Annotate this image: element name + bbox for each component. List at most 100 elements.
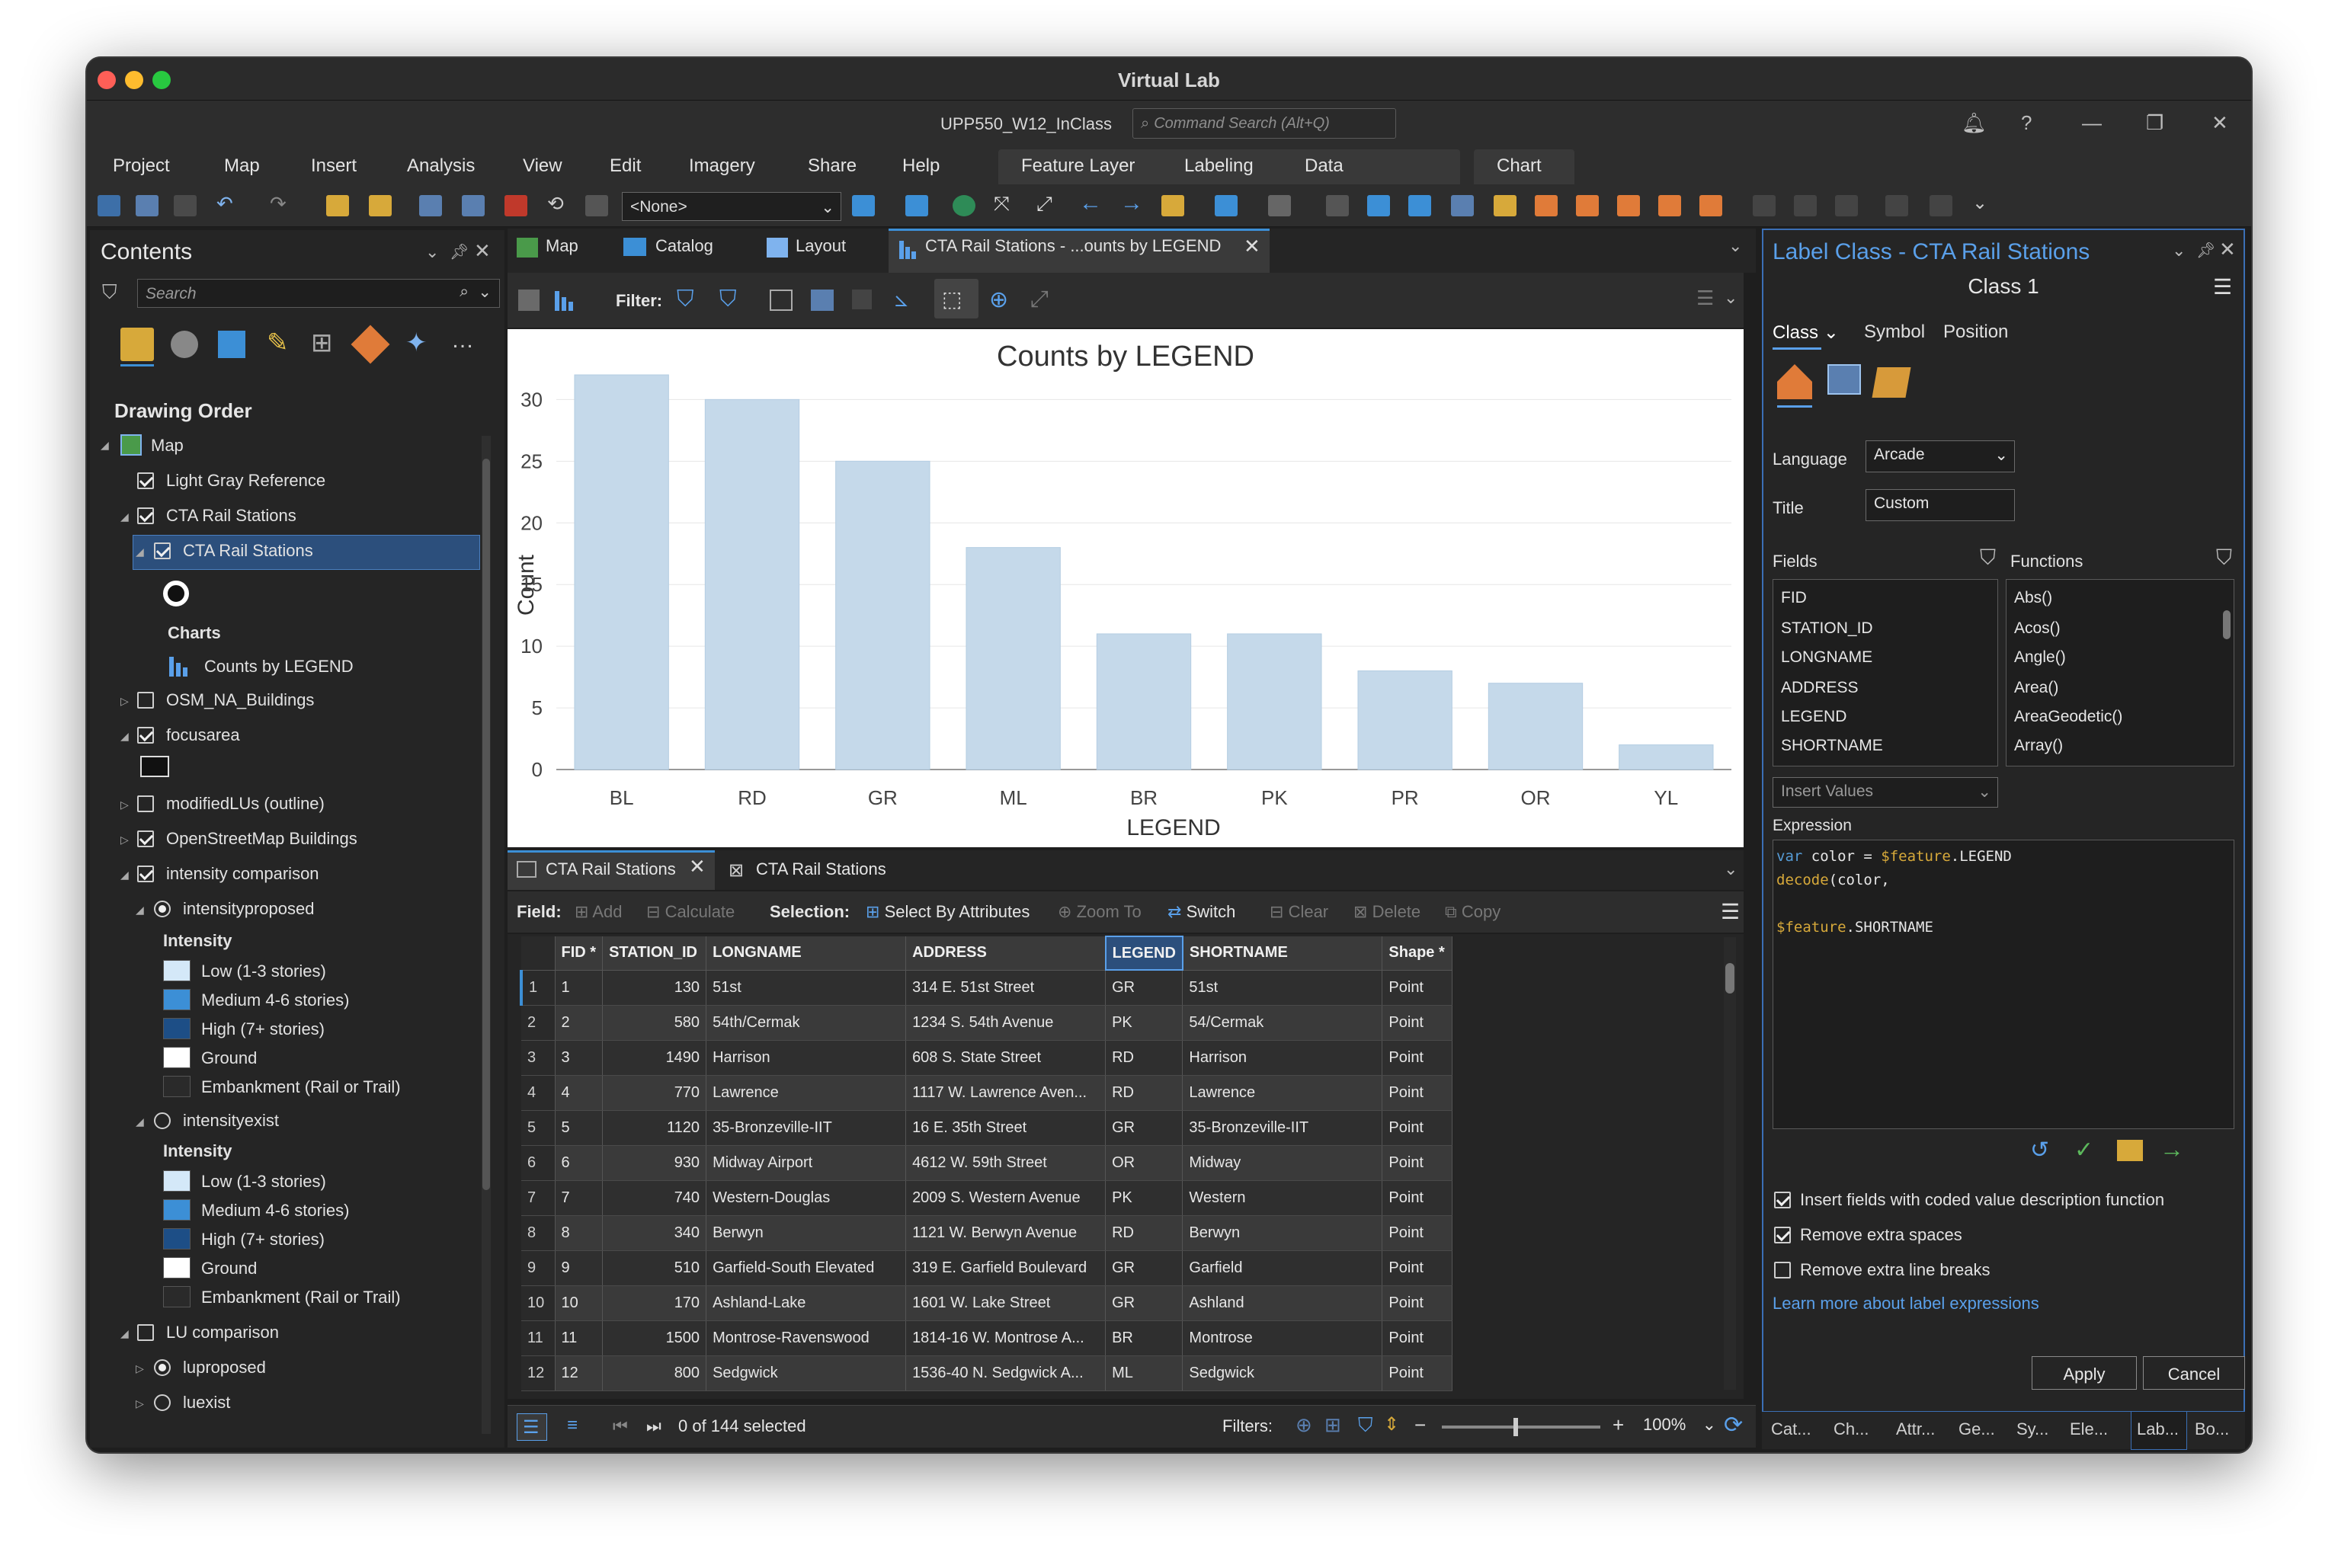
bar-YL[interactable] [1619, 744, 1714, 770]
cell-station-id[interactable]: 930 [602, 1145, 707, 1181]
cell-longname[interactable]: Sedgwick [706, 1355, 907, 1391]
table-row[interactable]: 7 7 740 Western-Douglas 2009 S. Western Aven… [521, 1180, 1453, 1216]
cell-address[interactable]: 2009 S. Western Avenue [905, 1180, 1107, 1216]
collapse-triangle-icon[interactable]: ▷ [120, 695, 129, 708]
table-row[interactable]: 4 4 770 Lawrence 1117 W. Lawrence Aven... RD L… [521, 1075, 1453, 1111]
cell-legend[interactable]: ML [1105, 1355, 1183, 1391]
toc-osm-buildings[interactable]: OSM_NA_Buildings [166, 690, 314, 710]
cell-station-id[interactable]: 770 [602, 1075, 707, 1111]
cell-longname[interactable]: Western-Douglas [706, 1180, 907, 1216]
table-row[interactable]: 12 12 800 Sedgwick 1536-40 N. Sedgwick A... M… [521, 1355, 1453, 1391]
row-number[interactable]: 11 [521, 1320, 556, 1356]
cell-longname[interactable]: 51st [706, 970, 907, 1006]
zoom-combo[interactable]: 100% ⌄ [1643, 1415, 1716, 1441]
collapse-triangle-icon[interactable]: ▷ [136, 1362, 144, 1375]
cell-fid[interactable]: 11 [555, 1320, 604, 1356]
cell-shape[interactable]: Point [1382, 1075, 1453, 1111]
pane-tab-geoprocessing[interactable]: Ge... [1958, 1419, 1995, 1439]
cell-longname[interactable]: Montrose-Ravenswood [706, 1320, 907, 1356]
cell-longname[interactable]: Berwyn [706, 1215, 907, 1251]
edit-icon[interactable] [1494, 195, 1516, 216]
label-icon-4[interactable] [1658, 195, 1681, 216]
close-pane-icon[interactable]: ✕ [474, 239, 491, 263]
label-icon-2[interactable] [1576, 195, 1599, 216]
cell-fid[interactable]: 1 [555, 970, 604, 1006]
bar-ML[interactable] [966, 547, 1061, 770]
field-item[interactable]: ADDRESS [1781, 679, 1859, 697]
language-dropdown[interactable]: Arcade ⌄ [1866, 440, 2015, 472]
zoom-in-icon[interactable]: ⊕ [989, 286, 1008, 313]
close-tab-icon[interactable]: ✕ [1244, 235, 1260, 258]
select-all-corner[interactable] [521, 936, 556, 971]
bar-GR[interactable] [835, 460, 930, 770]
cell-shortname[interactable]: Sedgwick [1182, 1355, 1383, 1391]
tab-catalog[interactable]: Catalog [655, 236, 713, 256]
pane-tab-symbology[interactable]: Sy... [2016, 1419, 2048, 1439]
redo-icon[interactable]: ↷ [270, 192, 293, 215]
cell-legend[interactable]: PK [1105, 1180, 1183, 1216]
cell-shortname[interactable]: Midway [1182, 1145, 1383, 1181]
expand-triangle-icon[interactable]: ◢ [120, 730, 129, 743]
row-number[interactable]: 4 [521, 1075, 556, 1111]
swatch-high-1[interactable] [163, 1018, 191, 1039]
tab-class[interactable]: Class ⌄ [1773, 322, 1839, 344]
function-item[interactable]: AreaGeodetic() [2014, 708, 2122, 726]
explore-icon[interactable] [1268, 195, 1291, 216]
table-row[interactable]: 8 8 340 Berwyn 1121 W. Berwyn Avenue RD Berwyn… [521, 1215, 1453, 1251]
cell-shortname[interactable]: Harrison [1182, 1040, 1383, 1076]
cell-fid[interactable]: 7 [555, 1180, 604, 1216]
new-project-icon[interactable] [98, 195, 120, 216]
expand-triangle-icon[interactable]: ◢ [120, 510, 129, 523]
cell-legend[interactable]: OR [1105, 1145, 1183, 1181]
menu-project[interactable]: Project [113, 155, 170, 177]
intensityexist-radio[interactable] [154, 1112, 171, 1129]
col-legend[interactable]: LEGEND [1104, 936, 1183, 971]
pane-tab-element[interactable]: Ele... [2070, 1419, 2108, 1439]
measure-icon[interactable] [1161, 195, 1184, 216]
help-icon[interactable]: ? [2021, 111, 2032, 135]
pin-icon[interactable]: 📌︎ [450, 242, 469, 261]
cell-longname[interactable]: 35-Bronzeville-IIT [706, 1110, 907, 1146]
table-row[interactable]: 2 2 580 54th/Cermak 1234 S. 54th Avenue PK 54/… [521, 1005, 1453, 1041]
expand-triangle-icon[interactable]: ◢ [136, 1115, 144, 1128]
cell-shape[interactable]: Point [1382, 1180, 1453, 1216]
col-fid[interactable]: FID * [555, 936, 604, 971]
cancel-button[interactable]: Cancel [2143, 1356, 2245, 1390]
pane-tab-catalog[interactable]: Cat... [1771, 1419, 1811, 1439]
undo-icon[interactable]: ↶ [216, 192, 239, 215]
field-item[interactable]: SHORTNAME [1781, 737, 1883, 755]
cell-shape[interactable]: Point [1382, 1355, 1453, 1391]
label-icon-3[interactable] [1617, 195, 1640, 216]
table-row[interactable]: 3 3 1490 Harrison 608 S. State Street RD Harri… [521, 1040, 1453, 1076]
cell-shortname[interactable]: Lawrence [1182, 1075, 1383, 1111]
cell-legend[interactable]: GR [1105, 1110, 1183, 1146]
grid-icon[interactable] [852, 195, 875, 216]
title-input[interactable]: Custom [1866, 489, 2015, 521]
cell-shape[interactable]: Point [1382, 970, 1453, 1006]
cell-shortname[interactable]: Ashland [1182, 1285, 1383, 1321]
cta-layer-checkbox[interactable] [154, 542, 171, 559]
swatch-low-2[interactable] [163, 1170, 191, 1192]
first-record-icon[interactable]: ⏮ [613, 1416, 628, 1436]
focusarea-symbol[interactable] [140, 756, 169, 777]
cell-longname[interactable]: Harrison [706, 1040, 907, 1076]
table-row[interactable]: 5 5 1120 35-Bronzeville-IIT 16 E. 35th Stree… [521, 1110, 1453, 1146]
notifications-bell-icon[interactable]: 🔔︎ [1962, 111, 1987, 135]
list-by-drawing-order-icon[interactable] [120, 328, 154, 361]
row-number[interactable]: 3 [521, 1040, 556, 1076]
expand-triangle-icon[interactable]: ◢ [136, 546, 144, 558]
zoom-slider-handle[interactable] [1513, 1418, 1518, 1436]
class-name[interactable]: Class 1 [1763, 274, 2244, 299]
collapse-triangle-icon[interactable]: ▷ [120, 834, 129, 846]
definition-filter-icon[interactable]: ⛉ [1358, 1413, 1373, 1438]
expand-triangle-icon[interactable]: ◢ [120, 869, 129, 882]
save-icon[interactable] [136, 195, 159, 216]
cell-shortname[interactable]: Garfield [1182, 1250, 1383, 1286]
collapse-triangle-icon[interactable]: ▷ [120, 798, 129, 811]
list-by-source-icon[interactable] [171, 331, 198, 358]
chart-type-icon[interactable] [553, 290, 578, 311]
cell-address[interactable]: 1121 W. Berwyn Avenue [905, 1215, 1107, 1251]
list-icon[interactable]: ☰ [1696, 286, 1714, 310]
tab-labeling[interactable]: Labeling [1184, 155, 1254, 177]
bar-BR[interactable] [1096, 633, 1192, 770]
